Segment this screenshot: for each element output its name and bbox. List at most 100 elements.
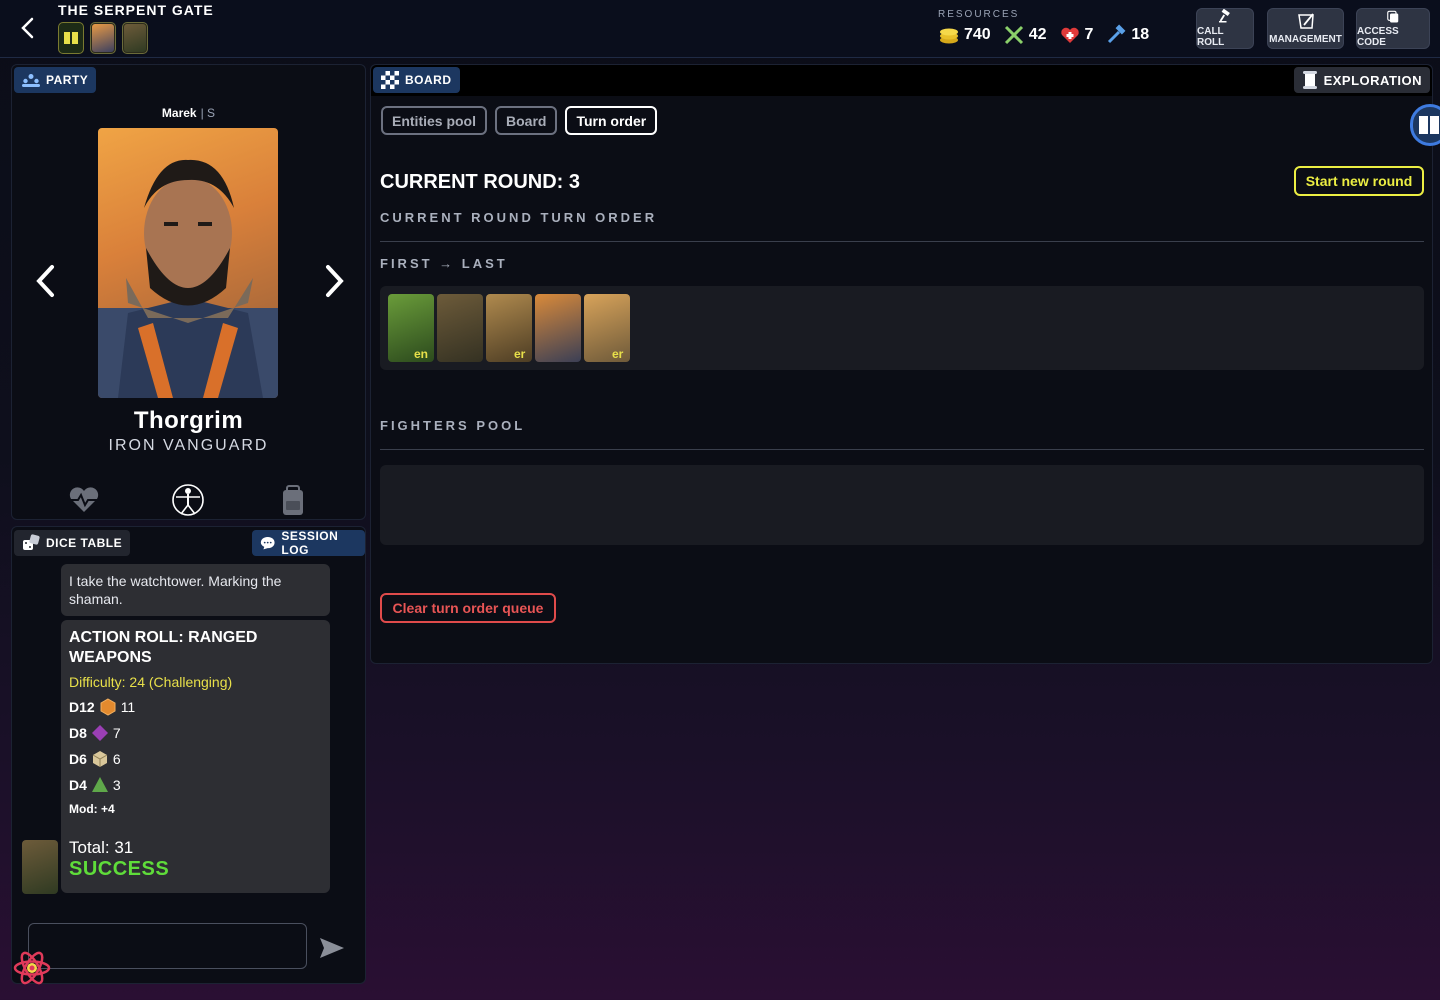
scroll-icon	[1302, 71, 1317, 89]
turn-order-strip: en er er	[380, 286, 1424, 370]
heart-rate-icon[interactable]	[67, 483, 101, 517]
die-name: D8	[69, 725, 87, 741]
rulebook-button[interactable]	[1410, 104, 1440, 146]
board-subtabs: Entities pool Board Turn order	[381, 106, 658, 135]
gavel-icon	[1219, 9, 1230, 23]
divider	[380, 449, 1424, 450]
card-tag: er	[612, 347, 624, 361]
roll-difficulty: Difficulty: 24 (Challenging)	[69, 674, 233, 690]
turn-order-card[interactable]: en	[388, 294, 434, 362]
character-name: Thorgrim	[133, 407, 244, 434]
roll-result-card: ACTION ROLL: RANGED WEAPONS Difficulty: …	[61, 620, 330, 893]
tab-board[interactable]: Board	[495, 106, 558, 135]
resource-health: 7	[1059, 24, 1094, 46]
management-button[interactable]: MANAGEMENT	[1267, 8, 1344, 49]
card-tag: en	[414, 347, 429, 361]
quill-icon	[1297, 13, 1314, 29]
avatar	[92, 24, 114, 52]
board-tab[interactable]: BOARD	[373, 67, 460, 93]
die-value: 11	[120, 699, 136, 715]
party-tab[interactable]: PARTY	[14, 67, 97, 93]
call-roll-label: CALL ROLL	[1197, 26, 1225, 48]
party-tab-label: PARTY	[46, 73, 89, 87]
dice-icon	[23, 534, 40, 550]
chat-input[interactable]	[28, 923, 307, 969]
avatar	[124, 24, 146, 52]
access-code-button[interactable]: ACCESS CODE	[1356, 8, 1430, 49]
open-book-icon	[1419, 116, 1439, 134]
dice-table-panel: DICE TABLE SESSION LOG I take the watcht…	[11, 526, 366, 984]
die-name: D4	[69, 777, 87, 793]
dice-table-tab[interactable]: DICE TABLE	[14, 530, 131, 556]
party-member-avatar[interactable]	[122, 22, 148, 54]
turn-order-card[interactable]	[437, 294, 483, 362]
clear-turn-order-button[interactable]: Clear turn order queue	[380, 593, 556, 623]
session-log-label: SESSION LOG	[281, 529, 339, 557]
party-mini-list	[58, 22, 148, 54]
board-header	[371, 65, 1432, 96]
character-class: IRON VANGUARD	[108, 437, 269, 454]
resource-value: 42	[1028, 26, 1047, 43]
exploration-mode-tab[interactable]: EXPLORATION	[1293, 67, 1430, 93]
fighters-pool-heading: FIGHTERS POOL	[380, 418, 526, 433]
card-tag: er	[514, 347, 526, 361]
party-member-avatar[interactable]	[90, 22, 116, 54]
roll-total: Total: 31	[69, 838, 134, 857]
exploration-label: EXPLORATION	[1323, 72, 1422, 88]
book-icon	[64, 32, 78, 44]
die-result-row: D6 6	[69, 750, 322, 768]
d4-icon	[91, 777, 108, 792]
resource-value: 18	[1131, 26, 1150, 43]
tab-entities-pool[interactable]: Entities pool	[381, 106, 487, 135]
crossed-tools-icon	[1004, 25, 1023, 45]
resources-row: 740 42 7 18	[938, 24, 1149, 46]
character-portrait	[98, 128, 278, 398]
checkerboard-icon	[381, 71, 399, 89]
resource-value: 7	[1084, 26, 1094, 43]
vitruvian-stats-icon[interactable]	[171, 483, 205, 517]
order-direction-label: FIRST → LAST	[380, 256, 508, 271]
dice-table-label: DICE TABLE	[46, 536, 123, 550]
back-arrow-icon[interactable]	[14, 14, 42, 42]
chat-message: I take the watchtower. Marking the shama…	[61, 564, 330, 616]
fighters-pool-area[interactable]	[380, 465, 1424, 545]
resource-tools: 18	[1105, 24, 1149, 46]
resource-value: 740	[964, 26, 991, 43]
current-round-title: CURRENT ROUND: 3	[380, 171, 580, 193]
journal-slot[interactable]	[58, 22, 84, 54]
die-name: D6	[69, 751, 87, 767]
prev-character-arrow-icon[interactable]	[28, 261, 64, 301]
coins-icon	[940, 28, 958, 44]
tab-turn-order[interactable]: Turn order	[565, 106, 658, 135]
copy-icon	[1387, 10, 1399, 23]
die-value: 3	[112, 777, 121, 793]
d6-icon	[92, 751, 108, 767]
turn-order-card[interactable]: er	[486, 294, 532, 362]
player-name: Marek	[161, 106, 197, 120]
session-log-tab[interactable]: SESSION LOG	[252, 529, 365, 557]
resource-coins: 740	[938, 24, 991, 46]
heart-pot-icon	[1060, 27, 1079, 43]
die-value: 7	[112, 725, 121, 741]
party-panel: PARTY Marek | S Thorgrim IRON VANGUARD	[11, 64, 366, 520]
send-icon[interactable]	[317, 935, 347, 961]
call-roll-button[interactable]: CALL ROLL	[1196, 8, 1254, 49]
d8-icon	[91, 725, 108, 741]
backpack-icon[interactable]	[276, 483, 310, 517]
next-character-arrow-icon[interactable]	[316, 261, 352, 301]
react-logo-icon[interactable]	[12, 948, 52, 988]
start-new-round-button[interactable]: Start new round	[1294, 166, 1424, 196]
hammer-icon	[1108, 24, 1126, 44]
turn-order-card[interactable]	[535, 294, 581, 362]
turn-order-heading: CURRENT ROUND TURN ORDER	[380, 210, 658, 225]
divider	[380, 241, 1424, 242]
resource-materials: 42	[1003, 24, 1047, 46]
resources-label: RESOURCES	[938, 9, 1020, 20]
turn-order-card[interactable]: er	[584, 294, 630, 362]
die-result-row: D8 7	[69, 724, 322, 742]
campaign-title: THE SERPENT GATE	[58, 2, 214, 18]
player-name-line: Marek | S	[12, 106, 365, 120]
access-code-label: ACCESS CODE	[1357, 26, 1399, 48]
die-result-row: D12 11	[69, 698, 322, 716]
board-panel: BOARD EXPLORATION Entities pool Board Tu…	[370, 64, 1433, 664]
